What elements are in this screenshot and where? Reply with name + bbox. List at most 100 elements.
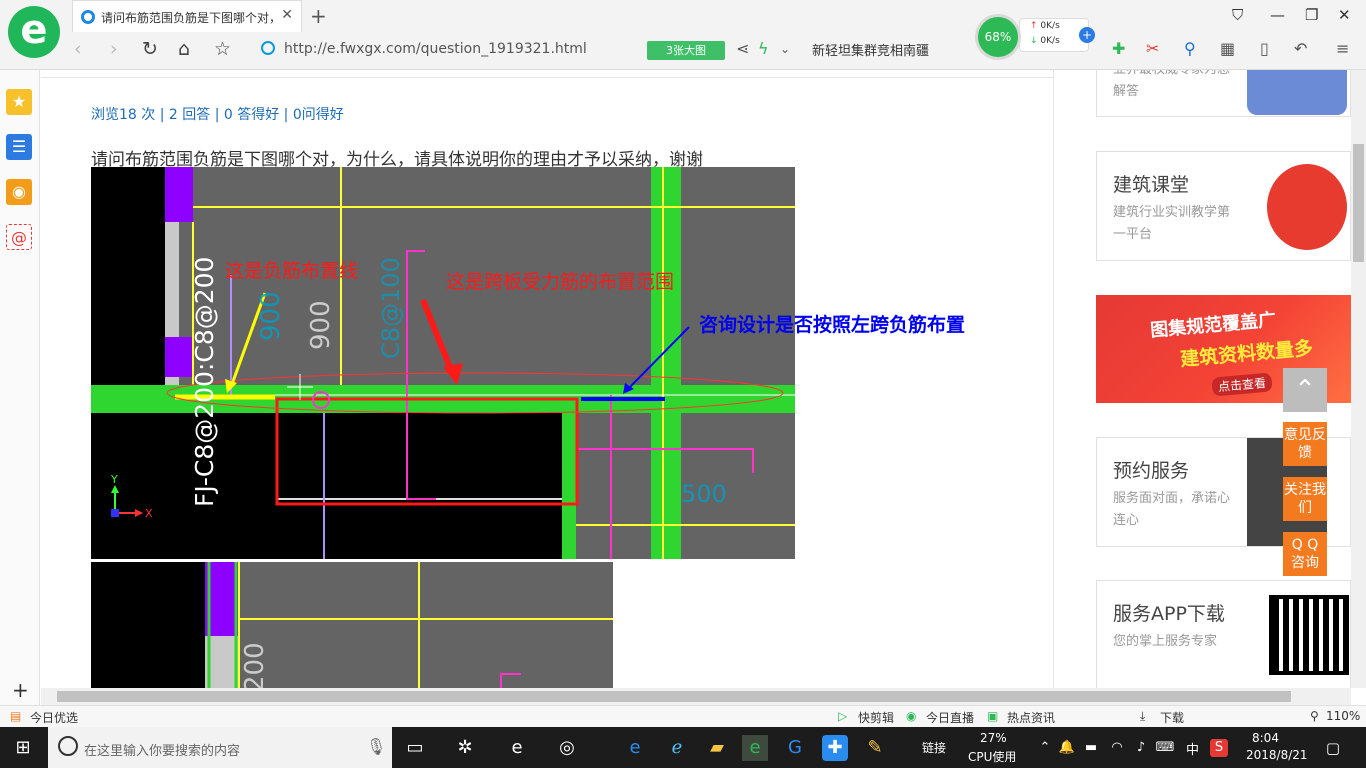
tab-title: 请问布筋范围负筋是下图哪个对，为什么，请具体说明你的理由才予以采纳，谢谢 (101, 11, 273, 25)
cad-svg: Y X FJ-C8@200:C8@200 900 900 C8@100 500 … (91, 167, 795, 559)
vertical-scrollbar[interactable] (1351, 70, 1366, 688)
feedback-button[interactable]: 意见反馈 (1283, 422, 1327, 466)
minimize-icon[interactable]: — (1270, 6, 1285, 24)
search-icon[interactable]: ⚲ (1184, 39, 1196, 58)
ie-icon[interactable]: ℯ (664, 735, 690, 761)
black-area-bottom (165, 413, 562, 559)
refresh-icon[interactable]: ↻ (142, 38, 158, 60)
zoom-level[interactable]: 110% (1326, 709, 1360, 723)
horizontal-scrollbar[interactable] (41, 688, 1351, 705)
windows-taskbar: ⊞ 在这里输入你要搜索的内容 🎙 ▭ ✲ e ◎ e ℯ ▰ e G ✚ ✎ 链… (0, 727, 1366, 768)
file-explorer-icon[interactable]: ▰ (704, 735, 730, 761)
plus-app-icon[interactable]: ✚ (822, 735, 848, 761)
undo-icon[interactable]: ↶ (1294, 39, 1307, 58)
kuaijianji-link[interactable]: 快剪辑 (858, 709, 894, 726)
battery-icon[interactable]: ▬ (1078, 735, 1104, 761)
tab-close-icon[interactable]: ✕ (281, 7, 293, 23)
purple-block-top (165, 167, 193, 222)
pinwheel-icon[interactable]: ✲ (452, 735, 478, 761)
qq-consult-button[interactable]: Q Q 咨询 (1283, 532, 1327, 576)
follow-button[interactable]: 关注我们 (1283, 477, 1327, 521)
taskbar-search[interactable]: 在这里输入你要搜索的内容 🎙 (48, 727, 392, 768)
live-link[interactable]: 今日直播 (926, 709, 974, 726)
menu-icon[interactable]: ≡ (1336, 39, 1349, 58)
today-picks-link[interactable]: 今日优选 (30, 709, 78, 726)
search-suggestion-text[interactable]: 新轻坦集群竞相南疆 (812, 40, 929, 59)
black-area-left (91, 167, 165, 559)
dimension-900-a: 900 (306, 300, 336, 350)
shirt-icon[interactable]: ⛉ (1232, 6, 1243, 24)
notification-bell-icon[interactable]: 🔔 (1054, 735, 1080, 761)
apps-icon[interactable]: ▦ (1220, 39, 1235, 58)
cad-svg-2: 200 (91, 562, 613, 688)
big-image-button[interactable]: 3张大图 (647, 41, 725, 60)
clock-date[interactable]: 2018/8/21 (1246, 748, 1308, 762)
back-to-top-icon[interactable]: ⌃ (1283, 368, 1327, 412)
wifi-icon[interactable]: ◠ (1104, 735, 1130, 761)
expert-card[interactable]: 业界最权威专家为您解答 (1096, 70, 1351, 117)
lightning-icon[interactable]: ϟ (758, 39, 769, 58)
new-tab-icon[interactable]: + (310, 4, 327, 28)
reader-icon[interactable]: ▯ (1260, 39, 1269, 58)
cad-drawing-2[interactable]: 200 (91, 562, 613, 688)
edge-blue-icon[interactable]: e (622, 735, 648, 761)
windows-start-icon[interactable]: ⊞ (10, 735, 36, 761)
app-download-card[interactable]: 服务APP下载 您的掌上服务专家 (1096, 580, 1351, 688)
browser-logo[interactable]: e (8, 6, 60, 58)
rebar-label: FJ-C8@200:C8@200 (190, 257, 219, 507)
download-icon: ⤓ (1140, 709, 1146, 723)
back-icon[interactable]: ‹ (74, 38, 82, 60)
accelerate-icon[interactable]: + (1079, 27, 1095, 43)
promo-cta[interactable]: 点击查看 (1211, 372, 1273, 397)
dimension-500: 500 (681, 480, 727, 508)
reading-list-icon[interactable]: ☰ (6, 134, 32, 160)
home-icon[interactable]: ⌂ (178, 38, 190, 60)
red-arrow (420, 298, 456, 377)
keyboard-icon[interactable]: ⌨ (1152, 735, 1178, 761)
clock-time[interactable]: 8:04 (1252, 731, 1279, 745)
ime-indicator[interactable]: 中 (1186, 739, 1199, 758)
360-browser-icon[interactable]: e (742, 735, 768, 761)
action-center-icon[interactable]: ▢ (1320, 735, 1346, 761)
notes-app-icon[interactable]: ✎ (862, 735, 888, 761)
cad-drawing[interactable]: Y X FJ-C8@200:C8@200 900 900 C8@100 500 … (91, 167, 795, 559)
app-download-desc: 您的掌上服务专家 (1113, 634, 1218, 649)
cortana-icon (58, 736, 78, 756)
question-stats[interactable]: 浏览18 次 | 2 回答 | 0 答得好 | 0问得好 (91, 104, 344, 124)
course-title: 建筑课堂 (1113, 174, 1190, 196)
browser-tab[interactable]: 请问布筋范围负筋是下图哪个对，为什么，请具体说明你的理由才予以采纳，谢谢 ✕ (72, 0, 302, 32)
green-beam-vertical (651, 167, 681, 559)
forward-icon[interactable]: › (110, 38, 118, 60)
microphone-icon[interactable]: 🎙 (366, 737, 386, 756)
add-sidebar-icon[interactable]: + (12, 678, 29, 702)
favorite-star-icon[interactable]: ☆ (214, 38, 231, 60)
sogou-icon[interactable]: S (1210, 739, 1228, 757)
extension-icon[interactable]: ✚ (1112, 39, 1125, 58)
close-window-icon[interactable]: ✕ (1338, 6, 1351, 24)
browser-chrome: e 请问布筋范围负筋是下图哪个对，为什么，请具体说明你的理由才予以采纳，谢谢 ✕… (0, 0, 1366, 70)
column-divider (1053, 70, 1054, 688)
chevron-down-icon[interactable]: ⌄ (780, 42, 790, 56)
appointment-title: 预约服务 (1113, 460, 1190, 482)
app-download-title: 服务APP下载 (1113, 603, 1225, 625)
favorites-icon[interactable]: ★ (6, 89, 32, 115)
weibo-icon[interactable]: ◉ (6, 179, 32, 205)
edge-icon[interactable]: e (504, 735, 530, 761)
course-card[interactable]: 建筑课堂 建筑行业实训教学第一平台 (1096, 151, 1351, 261)
purple-block-mid (165, 337, 193, 377)
address-bar[interactable]: http://e.fwxgx.com/question_1919321.html (255, 36, 640, 62)
download-link[interactable]: 下载 (1160, 709, 1184, 726)
zoom-icon: ⚲ (1310, 709, 1319, 723)
news-link[interactable]: 热点资讯 (1007, 709, 1055, 726)
speed-widget[interactable]: ↑ 0K/s ↓ 0K/s 68% + (975, 14, 1103, 60)
task-view-icon[interactable]: ▭ (402, 735, 428, 761)
promo-line2: 建筑资料数量多 (1179, 337, 1314, 371)
scissors-icon[interactable]: ✂ (1146, 39, 1159, 58)
restore-icon[interactable]: ❐ (1305, 6, 1318, 24)
swirl-app-icon[interactable]: ◎ (554, 735, 580, 761)
g-app-icon[interactable]: G (782, 735, 808, 761)
mail-icon[interactable]: @ (6, 224, 32, 250)
links-toolbar[interactable]: 链接 (922, 739, 946, 756)
volume-icon[interactable]: ♪ (1128, 735, 1154, 761)
share-icon[interactable]: ⋖ (736, 39, 749, 58)
